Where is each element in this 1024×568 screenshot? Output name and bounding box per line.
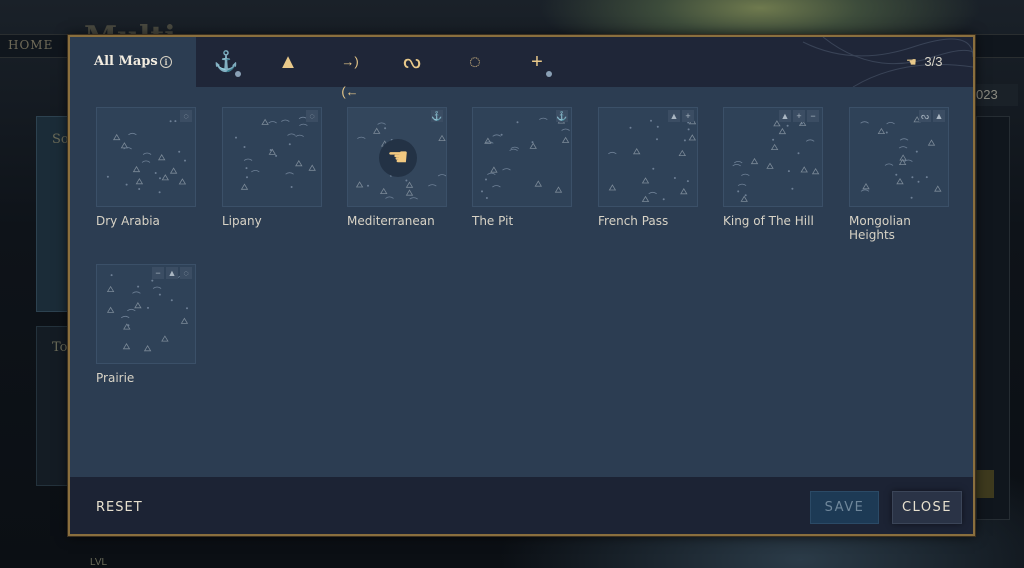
map-tag-icon: ᔓ <box>919 110 931 122</box>
map-card[interactable]: ◌ Lipany <box>222 107 324 228</box>
map-tag-icon: − <box>807 110 819 122</box>
map-thumbnail[interactable]: ▲ + <box>598 107 698 207</box>
filter-tab-bar: All Maps i ⚓ ▲ →)(← ᔓ ◌ + ☚ 3/3 <box>70 37 973 99</box>
map-tags: ◌ <box>306 110 318 122</box>
map-filter-dialog: All Maps i ⚓ ▲ →)(← ᔓ ◌ + ☚ 3/3 ◌ Dry Arabia ◌ L… <box>68 35 975 536</box>
excluded-counter: ☚ 3/3 <box>906 54 942 69</box>
dialog-footer: RESET SAVE CLOSE <box>70 477 973 534</box>
anchor-icon: ⚓ <box>213 51 239 73</box>
map-tags: ⚓ <box>556 110 568 122</box>
filter-tab-mountain-icon[interactable]: ▲ <box>273 47 303 77</box>
background-text: To <box>52 340 68 355</box>
counter-value: 3/3 <box>924 54 943 69</box>
background-home-label: HOME <box>8 38 54 52</box>
map-tags: − ▲ ◌ <box>152 267 192 279</box>
map-thumbnail-art <box>860 116 942 199</box>
map-thumbnail-art <box>235 116 316 190</box>
save-button[interactable]: SAVE <box>810 491 879 524</box>
tab-all-maps-label: All Maps <box>94 54 158 69</box>
circle-bracket-icon: ◌ <box>469 51 481 73</box>
map-tags: ▲ + − <box>779 110 819 122</box>
map-thumbnail-art <box>106 274 189 352</box>
map-tag-icon: ▲ <box>779 110 791 122</box>
filter-tab-plus-icon[interactable]: + <box>522 47 552 77</box>
contour-decoration <box>802 37 973 87</box>
map-card[interactable]: ▲ + French Pass <box>598 107 700 228</box>
map-card[interactable]: ᔓ ▲ Mongolian Heights <box>849 107 951 242</box>
close-button[interactable]: CLOSE <box>892 491 962 524</box>
map-name: King of The Hill <box>723 214 814 228</box>
reset-button[interactable]: RESET <box>96 500 143 515</box>
map-tag-icon: ▲ <box>933 110 945 122</box>
thumbs-down-icon: ☚ <box>379 139 417 177</box>
map-thumbnail[interactable]: ◌ <box>96 107 196 207</box>
map-tags: ▲ + <box>668 110 694 122</box>
map-card[interactable]: ◌ Dry Arabia <box>96 107 198 228</box>
background-lvl-label: LVL <box>90 557 108 568</box>
filter-tab-pass-icon[interactable]: →)(← <box>335 47 365 99</box>
filter-tab-circle-bracket-icon[interactable]: ◌ <box>460 47 490 77</box>
map-name: Dry Arabia <box>96 214 160 228</box>
map-tags: ◌ <box>180 110 192 122</box>
map-tag-icon: ◌ <box>180 110 192 122</box>
mountain-icon: ▲ <box>278 51 298 73</box>
map-card[interactable]: − ▲ ◌ Prairie <box>96 264 198 385</box>
info-icon[interactable]: i <box>160 56 172 68</box>
tab-all-maps[interactable]: All Maps i <box>70 37 196 87</box>
map-name: Prairie <box>96 371 135 385</box>
map-thumbnail[interactable]: ▲ + − <box>723 107 823 207</box>
map-name: Lipany <box>222 214 262 228</box>
map-thumbnail[interactable]: ⚓ <box>472 107 572 207</box>
map-card[interactable]: ▲ + − King of The Hill <box>723 107 825 228</box>
map-tag-icon: ◌ <box>180 267 192 279</box>
map-tag-icon: ▲ <box>166 267 178 279</box>
map-tags: ⚓ <box>431 110 443 122</box>
filter-tab-river-icon[interactable]: ᔓ <box>397 47 427 77</box>
map-name: Mongolian Heights <box>849 214 911 242</box>
background-panel <box>976 116 1010 520</box>
map-tag-icon: ◌ <box>306 110 318 122</box>
map-thumbnail-art <box>608 118 697 202</box>
map-name: French Pass <box>598 214 669 228</box>
map-card[interactable]: ⚓ ☚ Mediterranean <box>347 107 449 228</box>
background-text: So <box>52 132 69 147</box>
map-tag-icon: − <box>152 267 164 279</box>
map-card[interactable]: ⚓ The Pit <box>472 107 574 228</box>
map-thumbnail-art <box>481 117 570 199</box>
plus-icon: + <box>531 51 543 73</box>
background-year: 023 <box>972 84 1018 106</box>
filter-tab-anchor-icon[interactable]: ⚓ <box>211 47 241 77</box>
map-tag-icon: + <box>793 110 805 122</box>
map-thumbnail[interactable]: ᔓ ▲ <box>849 107 949 207</box>
map-thumbnail[interactable]: − ▲ ◌ <box>96 264 196 364</box>
map-name: Mediterranean <box>347 214 435 228</box>
background-gold-block <box>976 470 994 498</box>
map-thumbnail-art <box>106 120 187 194</box>
map-thumbnail-art <box>732 119 820 202</box>
map-grid: ◌ Dry Arabia ◌ Lipany ⚓ ☚ Mediterranean ⚓ The Pi… <box>70 87 973 477</box>
map-thumbnail[interactable]: ⚓ ☚ <box>347 107 447 207</box>
river-icon: ᔓ <box>403 51 421 73</box>
map-tags: ᔓ ▲ <box>919 110 945 122</box>
map-tag-icon: + <box>682 110 694 122</box>
active-dot-icon <box>235 71 241 77</box>
map-tag-icon: ⚓ <box>431 110 443 122</box>
map-tag-icon: ▲ <box>668 110 680 122</box>
thumbs-down-icon: ☚ <box>906 55 917 69</box>
map-thumbnail[interactable]: ◌ <box>222 107 322 207</box>
active-dot-icon <box>546 71 552 77</box>
map-tag-icon: ⚓ <box>556 110 568 122</box>
map-name: The Pit <box>472 214 514 228</box>
